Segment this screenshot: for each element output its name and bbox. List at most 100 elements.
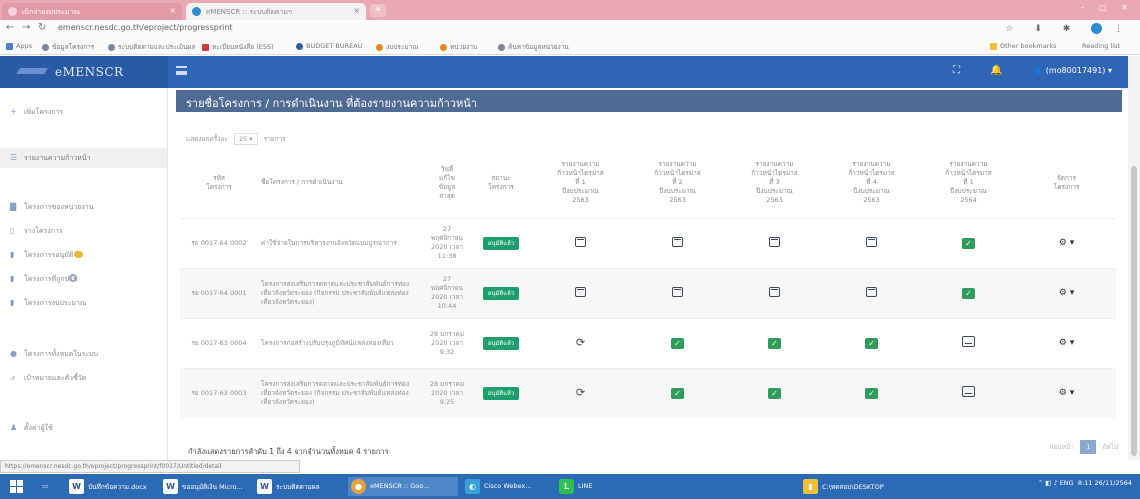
column-header[interactable]: วันที่ แก้ไข ข้อมูล ล่าสุด bbox=[424, 148, 470, 218]
refresh-icon[interactable]: ⟳ bbox=[576, 387, 585, 398]
check-icon[interactable]: ✓ bbox=[962, 237, 975, 249]
back-icon[interactable]: ← bbox=[6, 22, 14, 33]
project-name: โครงการส่งเสริมการตลาดและประชาสัมพันธ์กา… bbox=[258, 267, 424, 318]
check-icon[interactable]: ✓ bbox=[865, 337, 878, 349]
taskbar-item-active[interactable]: ● eMENSCR :: Goo... bbox=[348, 477, 458, 496]
bookmark-item[interactable]: ทะเบียนหนังสือ (ESS) bbox=[202, 42, 274, 52]
gear-icon[interactable]: ⚙ ▾ bbox=[1059, 338, 1074, 348]
column-header[interactable]: รายงานความ ก้าวหน้าไตรมาส ที่ 3 ปีงบประม… bbox=[726, 148, 823, 218]
gear-icon[interactable]: ⚙ ▾ bbox=[1059, 388, 1074, 398]
reload-icon[interactable]: ↻ bbox=[38, 22, 46, 33]
scrollbar-thumb[interactable] bbox=[1131, 166, 1137, 456]
taskbar-item[interactable]: W ขออนุมัติเงิน Micro... bbox=[160, 477, 250, 496]
gear-icon[interactable]: ⚙ ▾ bbox=[1059, 238, 1074, 248]
column-header[interactable]: รายงานความ ก้าวหน้าไตรมาส ที่ 1 ปีงบประม… bbox=[532, 148, 629, 218]
project-code: รย 0017-63 0004 bbox=[180, 317, 258, 368]
column-header[interactable]: ชื่อโครงการ / การดำเนินงาน bbox=[258, 148, 424, 218]
calendar-icon[interactable] bbox=[672, 286, 683, 297]
window-controls[interactable]: – ▢ ✕ bbox=[1081, 3, 1134, 12]
taskbar-item[interactable]: L LINE bbox=[556, 477, 616, 496]
page-scrollbar[interactable] bbox=[1128, 56, 1140, 460]
url-input[interactable]: emenscr.nesdc.go.th/eproject/progresspri… bbox=[58, 23, 233, 32]
bookmark-item[interactable]: BUDGET BUREAU bbox=[296, 42, 362, 50]
close-tab-icon[interactable]: × bbox=[169, 6, 176, 15]
profile-avatar[interactable] bbox=[1091, 23, 1103, 34]
sidebar-item-all-projects[interactable]: ● โครงการทั้งหมดในระบบ bbox=[0, 344, 167, 364]
calendar-icon[interactable] bbox=[575, 236, 586, 247]
next-page-button[interactable]: ถัดไป bbox=[1102, 443, 1118, 451]
column-header[interactable]: รายงานความ ก้าวหน้าไตรมาส ที่ 1 ปีงบประม… bbox=[920, 148, 1017, 218]
sidebar-item-progress-report[interactable]: ☰ รายงานความก้าวหน้า bbox=[0, 148, 167, 168]
calendar-icon[interactable] bbox=[866, 286, 877, 297]
project-name: ค่าใช้จ่ายในการบริหารงานจังหวัดแบบบูรณาก… bbox=[258, 217, 424, 268]
other-bookmarks[interactable]: Other bookmarks bbox=[990, 42, 1057, 50]
check-icon[interactable]: ✓ bbox=[962, 287, 975, 299]
bookmark-item[interactable]: งบประมาณ bbox=[376, 42, 418, 52]
reading-list[interactable]: Reading list bbox=[1082, 42, 1120, 50]
menu-toggle-icon[interactable] bbox=[176, 66, 187, 75]
page-title: รายชื่อโครงการ / การดำเนินงาน ที่ต้องราย… bbox=[186, 97, 477, 110]
check-icon[interactable]: ✓ bbox=[768, 387, 781, 399]
new-tab-button[interactable]: + bbox=[370, 4, 386, 17]
taskbar: ▭ W บันทึกข้อความ.docx W ขออนุมัติเงิน Mic… bbox=[0, 474, 1140, 499]
sidebar-item-goals[interactable]: ⩘ เป้าหมายและตัวชี้วัด bbox=[0, 368, 167, 388]
prev-page-button[interactable]: ก่อนหน้า bbox=[1049, 443, 1074, 451]
column-header[interactable]: รายงานความ ก้าวหน้าไตรมาส ที่ 2 ปีงบประม… bbox=[629, 148, 726, 218]
taskbar-item[interactable]: ◐ Cisco Webex... bbox=[462, 477, 552, 496]
column-header[interactable]: รหัส โครงการ bbox=[180, 148, 258, 218]
taskbar-item[interactable]: W ระบบติดตามผล bbox=[254, 477, 344, 496]
bookmark-item[interactable]: ค้นหาข้อมูลหน่วยงาน bbox=[498, 42, 569, 52]
clipboard-icon: ▮ bbox=[10, 274, 15, 283]
actions-cell: ⚙ ▾ bbox=[1017, 217, 1116, 268]
check-icon[interactable]: ✓ bbox=[671, 337, 684, 349]
report-icon[interactable] bbox=[962, 386, 975, 398]
bookmark-item[interactable]: หน่วยงาน bbox=[440, 42, 477, 52]
calendar-icon[interactable] bbox=[769, 236, 780, 247]
fullscreen-icon[interactable]: ⛶ bbox=[953, 65, 960, 76]
forward-icon[interactable]: → bbox=[22, 22, 30, 33]
bell-icon[interactable]: 🔔 bbox=[990, 65, 1002, 76]
sidebar-item-add-project[interactable]: + เพิ่มโครงการ bbox=[0, 102, 167, 122]
column-header[interactable]: จัดการ โครงการ bbox=[1017, 148, 1116, 218]
column-header[interactable]: รายงานความ ก้าวหน้าไตรมาส ที่ 4 ปีงบประม… bbox=[823, 148, 920, 218]
sidebar-item-budget-projects[interactable]: ▮ โครงการงบประมาณ bbox=[0, 293, 167, 313]
column-header[interactable]: สถานะ โครงการ bbox=[470, 148, 532, 218]
sidebar-item-user-settings[interactable]: ♟ ตั้งค่าผู้ใช้ bbox=[0, 418, 167, 438]
refresh-icon[interactable]: ⟳ bbox=[576, 337, 585, 348]
user-menu[interactable]: 👤 (mo80017491) ▾ bbox=[1033, 66, 1112, 75]
check-icon[interactable]: ✓ bbox=[671, 387, 684, 399]
sidebar-item-returned[interactable]: ▮ โครงการที่ถูกปรับ bbox=[0, 269, 167, 289]
page-title-bar: รายชื่อโครงการ / การดำเนินงาน ที่ต้องราย… bbox=[176, 90, 1122, 112]
page-length-select[interactable]: 25 ▾ bbox=[233, 133, 258, 145]
calendar-icon[interactable] bbox=[672, 236, 683, 247]
calendar-icon[interactable] bbox=[575, 286, 586, 297]
check-icon[interactable]: ✓ bbox=[768, 337, 781, 349]
browser-tab-active[interactable]: eMENSCR :: ระบบติดตามฯ × bbox=[186, 3, 366, 20]
taskbar-item[interactable]: W บันทึกข้อความ.docx bbox=[66, 477, 156, 496]
browser-tab[interactable]: เบิกจ่ายงบประมาณ × bbox=[2, 3, 182, 20]
bookmark-apps[interactable]: Apps bbox=[6, 42, 32, 50]
windows-start-icon[interactable] bbox=[10, 480, 23, 493]
bookmark-item[interactable]: ระบบติดตามและประเมินผล bbox=[108, 42, 195, 52]
task-view-icon[interactable]: ▭ bbox=[38, 477, 60, 496]
quarter-report-cell: ✓ bbox=[920, 267, 1017, 318]
project-code: รย 0017-64 0001 bbox=[180, 267, 258, 318]
system-tray[interactable]: ⌃ ◧ ♪ ENG 8:11 26/11/2564 bbox=[1038, 479, 1132, 487]
calendar-icon[interactable] bbox=[866, 236, 877, 247]
actions-cell: ⚙ ▾ bbox=[1017, 267, 1116, 318]
calendar-icon[interactable] bbox=[769, 286, 780, 297]
sidebar-item-pending[interactable]: ▮ โครงการรอนุมัติ bbox=[0, 245, 167, 265]
check-icon[interactable]: ✓ bbox=[865, 387, 878, 399]
gear-icon[interactable]: ⚙ ▾ bbox=[1059, 288, 1074, 298]
taskbar-item[interactable]: ▮ C:\ทดสอบ\DESKTOP bbox=[800, 477, 910, 496]
bookmark-item[interactable]: ข้อมูลโครงการ bbox=[42, 42, 94, 52]
quarter-report-cell: ✓ bbox=[823, 317, 920, 368]
status-url: https://emenscr.nesdc.go.th/eproject/pro… bbox=[0, 460, 300, 473]
close-tab-icon[interactable]: × bbox=[353, 6, 360, 15]
report-icon[interactable] bbox=[962, 336, 975, 347]
brand-logo[interactable]: eMENSCR bbox=[0, 56, 168, 88]
current-page-button[interactable]: 1 bbox=[1080, 440, 1097, 454]
browser-actions[interactable]: ☆ ⬇ ✱ ⋮ bbox=[1005, 23, 1132, 34]
sidebar-item-agency-projects[interactable]: ▇ โครงการของหน่วยงาน bbox=[0, 197, 167, 217]
sidebar-item-drafts[interactable]: ▯ ร่างโครงการ bbox=[0, 221, 167, 241]
